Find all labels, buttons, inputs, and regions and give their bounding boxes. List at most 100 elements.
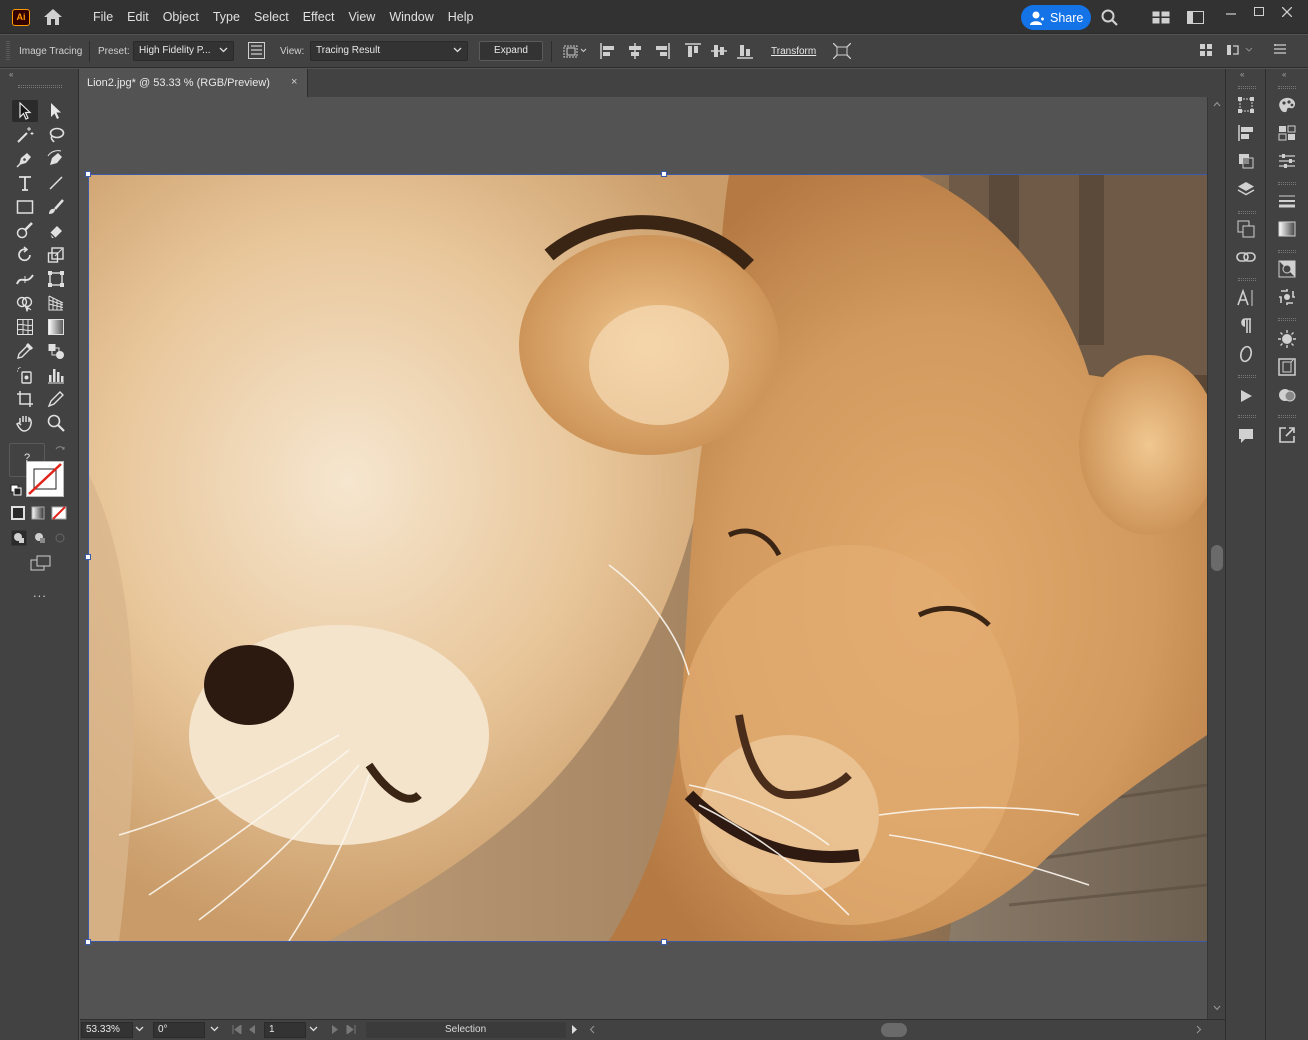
menu-view[interactable]: View	[341, 0, 382, 34]
chevron-down-icon[interactable]	[309, 1026, 318, 1032]
scroll-right-icon[interactable]	[1196, 1025, 1202, 1034]
last-artboard-icon[interactable]	[346, 1025, 356, 1034]
vertical-scroll-thumb[interactable]	[1211, 545, 1223, 571]
scale-tool-icon[interactable]	[43, 244, 69, 266]
column-graph-tool-icon[interactable]	[43, 364, 69, 386]
asset-export-panel-icon[interactable]	[1276, 424, 1298, 446]
pathfinder-panel-icon[interactable]	[1235, 150, 1257, 172]
scroll-up-icon[interactable]	[1213, 101, 1221, 107]
menu-object[interactable]: Object	[156, 0, 206, 34]
zoom-field[interactable]: 53.33%	[81, 1022, 133, 1038]
default-fill-stroke-icon[interactable]	[10, 484, 22, 496]
arrange-icon[interactable]	[1199, 43, 1213, 57]
align-left-icon[interactable]	[600, 43, 616, 59]
artboard-tool-icon[interactable]	[12, 388, 38, 410]
character-panel-icon[interactable]	[1235, 287, 1257, 309]
preset-select[interactable]: High Fidelity P...	[133, 41, 234, 61]
lasso-tool-icon[interactable]	[43, 124, 69, 146]
color-panel-icon[interactable]	[1276, 94, 1298, 116]
edit-toolbar-button[interactable]: ...	[33, 585, 47, 600]
image-trace-panel-icon[interactable]	[248, 42, 265, 59]
eraser-tool-icon[interactable]	[43, 220, 69, 242]
perspective-grid-tool-icon[interactable]	[43, 292, 69, 314]
resize-handle[interactable]	[85, 939, 91, 945]
scroll-left-icon[interactable]	[589, 1025, 595, 1034]
maximize-icon[interactable]	[1246, 2, 1272, 22]
close-tab-icon[interactable]: ×	[291, 76, 297, 88]
menu-select[interactable]: Select	[247, 0, 296, 34]
width-tool-icon[interactable]	[12, 268, 38, 290]
isolate-object-icon[interactable]	[833, 43, 851, 59]
shaper-tool-icon[interactable]	[12, 220, 38, 242]
appearance-panel-icon[interactable]	[1276, 328, 1298, 350]
menu-type[interactable]: Type	[206, 0, 247, 34]
draw-normal-icon[interactable]	[11, 530, 27, 546]
none-mode-icon[interactable]	[51, 506, 67, 520]
direct-selection-tool-icon[interactable]	[43, 100, 69, 122]
chevron-down-icon[interactable]	[210, 1026, 219, 1032]
selection-tool-icon[interactable]	[12, 100, 38, 122]
expand-button[interactable]: Expand	[479, 41, 543, 61]
properties-panel-icon[interactable]	[1276, 150, 1298, 172]
layers-panel-icon[interactable]	[1235, 178, 1257, 200]
search-icon[interactable]	[1101, 9, 1118, 26]
pen-tool-icon[interactable]	[12, 148, 38, 170]
share-button[interactable]: Share	[1021, 5, 1091, 30]
free-transform-tool-icon[interactable]	[43, 268, 69, 290]
opentype-panel-icon[interactable]	[1235, 343, 1257, 365]
menu-effect[interactable]: Effect	[296, 0, 342, 34]
canvas[interactable]	[80, 97, 1207, 1019]
blend-tool-icon[interactable]	[43, 340, 69, 362]
rectangle-tool-icon[interactable]	[12, 196, 38, 218]
swatches-panel-icon[interactable]	[1276, 122, 1298, 144]
resize-handle[interactable]	[85, 171, 91, 177]
comments-panel-icon[interactable]	[1235, 425, 1257, 447]
menu-window[interactable]: Window	[382, 0, 440, 34]
traced-lion-image[interactable]	[89, 175, 1207, 941]
graphic-styles-panel-icon[interactable]	[1276, 356, 1298, 378]
slice-tool-icon[interactable]	[43, 388, 69, 410]
workspace-switcher-icon[interactable]	[1152, 11, 1170, 24]
collapse-panels-icon[interactable]: «	[1240, 70, 1244, 79]
transform-link[interactable]: Transform	[771, 46, 816, 57]
artboard-number-field[interactable]: 1	[264, 1022, 306, 1038]
align-top-icon[interactable]	[685, 43, 701, 59]
resize-handle[interactable]	[85, 554, 91, 560]
swap-fill-stroke-icon[interactable]	[54, 445, 66, 457]
distribute-icon[interactable]	[1226, 43, 1256, 57]
align-horizontal-center-icon[interactable]	[627, 43, 643, 59]
next-artboard-icon[interactable]	[331, 1025, 339, 1034]
artboards-panel-icon[interactable]	[1235, 218, 1257, 240]
hand-tool-icon[interactable]	[12, 412, 38, 434]
status-menu-icon[interactable]	[571, 1025, 578, 1034]
align-bottom-icon[interactable]	[737, 43, 753, 59]
minimize-icon[interactable]	[1218, 2, 1244, 22]
stroke-panel-icon[interactable]	[1276, 190, 1298, 212]
control-bar-grip[interactable]	[6, 41, 10, 61]
gradient-panel-icon[interactable]	[1276, 218, 1298, 240]
collapse-panels-icon[interactable]: «	[1282, 70, 1286, 79]
rotation-field[interactable]: 0°	[153, 1022, 205, 1038]
draw-behind-icon[interactable]	[32, 530, 48, 546]
stroke-swatch[interactable]	[26, 461, 64, 497]
home-icon[interactable]	[43, 8, 63, 26]
gradient-mode-icon[interactable]	[31, 506, 45, 520]
panel-menu-icon[interactable]	[1274, 43, 1286, 55]
symbol-sprayer-tool-icon[interactable]	[12, 364, 38, 386]
rotate-tool-icon[interactable]	[12, 244, 38, 266]
align-panel-icon[interactable]	[1235, 122, 1257, 144]
collapse-toolbar-icon[interactable]: «	[9, 70, 13, 79]
resize-handle[interactable]	[661, 939, 667, 945]
shape-builder-tool-icon[interactable]	[12, 292, 38, 314]
image-trace-panel-icon[interactable]	[1276, 286, 1298, 308]
screen-mode-icon[interactable]	[30, 555, 52, 571]
first-artboard-icon[interactable]	[232, 1025, 242, 1034]
mesh-tool-icon[interactable]	[12, 316, 38, 338]
view-select[interactable]: Tracing Result	[310, 41, 468, 61]
menu-edit[interactable]: Edit	[120, 0, 156, 34]
color-mode-icon[interactable]	[11, 506, 25, 520]
document-tab[interactable]: Lion2.jpg* @ 53.33 % (RGB/Preview) ×	[80, 69, 308, 97]
align-right-icon[interactable]	[654, 43, 670, 59]
magic-wand-tool-icon[interactable]	[12, 124, 38, 146]
eyedropper-tool-icon[interactable]	[12, 340, 38, 362]
